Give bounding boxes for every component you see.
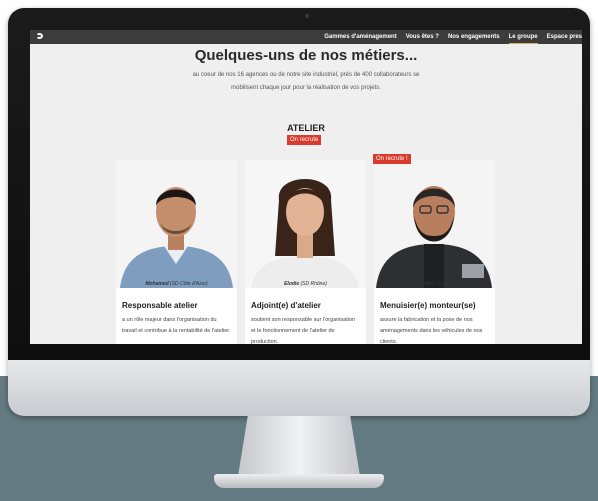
nav-link-gammes[interactable]: Gammes d'aménagement [324,30,396,44]
employee-photo [374,160,495,288]
card-recruiting-badge: On recrute ! [373,154,411,164]
nav-links: Gammes d'aménagement Vous êtes ? Nos eng… [315,30,582,44]
monitor-screen: Gammes d'aménagement Vous êtes ? Nos eng… [30,30,582,344]
job-description: soutient son responsable sur l'organisat… [251,317,356,344]
monitor-stand-neck [238,416,360,476]
monitor-stand-foot [214,474,384,488]
job-title: Adjoint(e) d'atelier [251,301,321,310]
job-card-responsable-atelier[interactable]: Mohamed (SD Côte d'Azur) Responsable ate… [116,160,237,344]
job-title: Responsable atelier [122,301,198,310]
nav-link-engagements[interactable]: Nos engagements [448,30,500,44]
job-card-adjoint-atelier[interactable]: Elodie (SD Rhône) Adjoint(e) d'atelier s… [245,160,366,344]
recruiting-badge: On recrute [287,135,322,145]
section-title: ATELIER [287,123,325,133]
camera-dot [305,14,309,18]
employee-photo [116,160,237,288]
monitor-frame: Gammes d'aménagement Vous êtes ? Nos eng… [8,8,590,416]
logo-icon[interactable] [36,33,46,42]
photo-caption: Mohamed (SD Côte d'Azur) [145,281,208,287]
job-title: Menuisier(e) monteur(se) [380,301,476,310]
job-card-menuisier-monteur[interactable]: Alexandre (SD Alpes) Menuisier(e) monteu… [374,160,495,344]
nav-link-le-groupe[interactable]: Le groupe [508,30,538,44]
employee-photo [245,160,366,288]
page-intro: au coeur de nos 16 agences ou de notre s… [192,72,420,91]
photo-caption: Elodie (SD Rhône) [284,281,327,287]
job-description: a un rôle majeur dans l'organisation du … [122,317,231,334]
photo-caption: Alexandre (SD Alpes) [409,281,460,287]
site-nav: Gammes d'aménagement Vous êtes ? Nos eng… [30,30,582,44]
job-description: assure la fabrication et la pose de nos … [380,317,483,344]
nav-link-vous-etes[interactable]: Vous êtes ? [406,30,439,44]
monitor-chin [8,360,590,416]
nav-link-espace-presse[interactable]: Espace pres [547,30,582,44]
page-headline: Quelques-uns de nos métiers... [194,47,418,64]
